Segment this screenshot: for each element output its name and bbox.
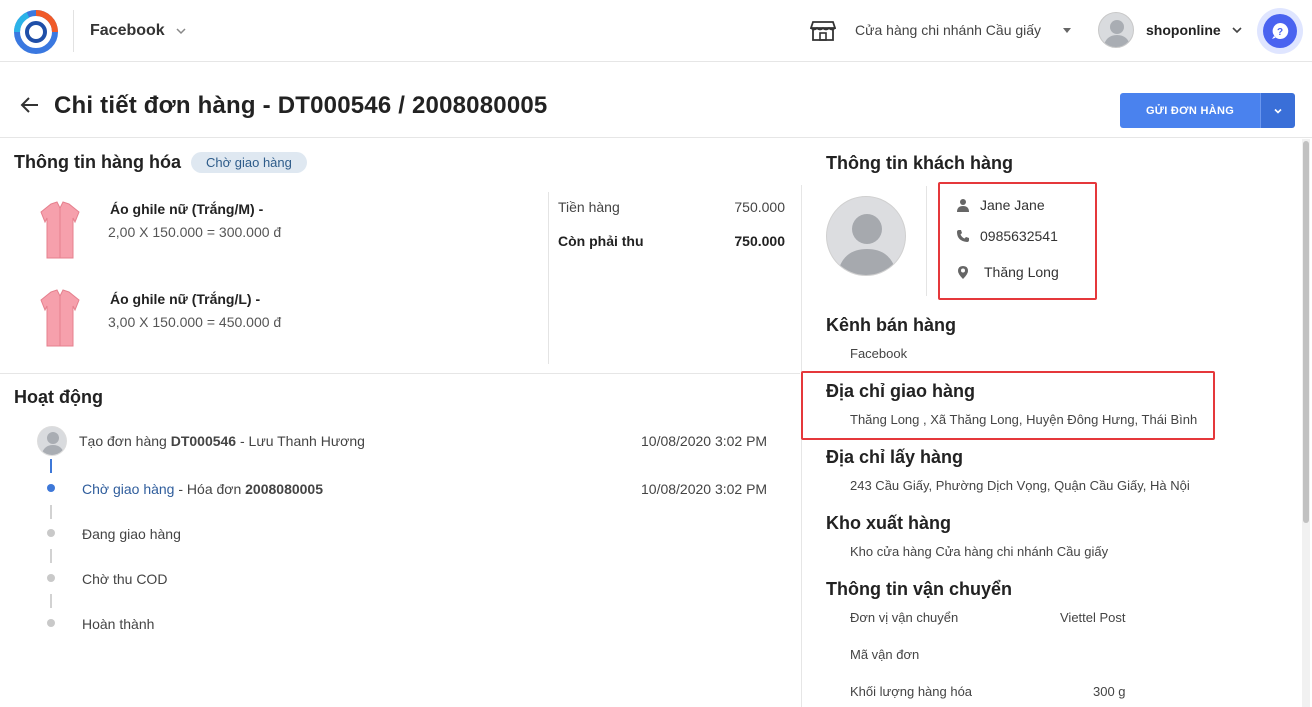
timeline-connector (50, 505, 52, 519)
timeline-dot (47, 484, 55, 492)
shipping-address-title: Địa chỉ giao hàng (826, 381, 976, 401)
activity-time: 10/08/2020 3:02 PM (641, 481, 768, 497)
status-link[interactable]: Chờ giao hàng (82, 481, 174, 497)
location-pin-icon (958, 266, 968, 279)
timeline-dot (47, 574, 55, 582)
timeline-dot (47, 619, 55, 627)
customer-phone-row: 0985632541 (956, 228, 1058, 244)
chevron-down-icon (1274, 108, 1282, 114)
pickup-address-value: 243 Cầu Giấy, Phường Dịch Vọng, Quận Cầu… (850, 478, 1190, 493)
customer-phone: 0985632541 (980, 228, 1058, 244)
top-bar: Facebook Cửa hàng chi nhánh Cầu giấy sho… (0, 0, 1312, 62)
shipping-address-value: Thăng Long , Xã Thăng Long, Huyện Đông H… (850, 412, 1198, 427)
weight-value: 300 g (1093, 684, 1126, 699)
shipping-info-title: Thông tin vận chuyển (826, 579, 1013, 599)
user-silhouette-icon (41, 432, 65, 455)
timeline-dot (47, 529, 55, 537)
sales-channel-title: Kênh bán hàng (826, 315, 956, 335)
channel-label: Facebook (90, 22, 165, 39)
customer-location: Thăng Long (984, 264, 1059, 280)
activity-step-created: Tạo đơn hàng DT000546 - Lưu Thanh Hương (79, 433, 365, 449)
user-silhouette-icon (1103, 20, 1131, 47)
svg-text:?: ? (1277, 27, 1283, 38)
chat-help-icon: ? (1263, 14, 1297, 48)
scrollbar-thumb[interactable] (1303, 141, 1309, 523)
product-name[interactable]: Áo ghile nữ (Trắng/L) - (110, 291, 260, 307)
amount-due-value: 750.000 (734, 233, 785, 249)
activity-title: Hoạt động (14, 387, 103, 407)
activity-step-text: - Hóa đơn (174, 481, 246, 497)
status-badge: Chờ giao hàng (191, 152, 307, 173)
chat-help-button[interactable]: ? (1257, 8, 1303, 54)
user-silhouette-icon (837, 214, 897, 275)
chevron-down-icon (176, 28, 186, 35)
warehouse-value: Kho cửa hàng Cửa hàng chi nhánh Cầu giấy (850, 544, 1109, 559)
customer-divider (926, 186, 927, 296)
activity-step-completed: Hoàn thành (82, 616, 155, 632)
order-code: DT000546 (170, 433, 237, 449)
column-divider (801, 185, 802, 707)
chevron-down-icon (1232, 27, 1242, 34)
send-order-dropdown[interactable] (1260, 93, 1295, 128)
goods-title: Thông tin hàng hóa (14, 152, 181, 172)
caret-down-icon (1063, 27, 1072, 33)
avatar (37, 426, 67, 456)
pickup-address-title: Địa chỉ lấy hàng (826, 447, 964, 467)
store-icon (810, 21, 836, 41)
invoice-code[interactable]: 2008080005 (245, 481, 323, 497)
activity-step-delivering: Đang giao hàng (82, 526, 181, 542)
product-image (40, 289, 80, 347)
page-header: Chi tiết đơn hàng - DT000546 / 200808000… (0, 62, 1312, 138)
product-name[interactable]: Áo ghile nữ (Trắng/M) - (110, 201, 263, 217)
avatar (1098, 12, 1134, 48)
subtotal-value: 750.000 (734, 199, 785, 215)
send-order-button[interactable]: GỬI ĐƠN HÀNG (1120, 93, 1260, 128)
goods-divider (548, 192, 549, 364)
activity-time: 10/08/2020 3:02 PM (641, 433, 768, 449)
product-qty-line: 3,00 X 150.000 = 450.000 đ (108, 314, 282, 330)
subtotal-label: Tiền hàng (558, 199, 620, 215)
carrier-value: Viettel Post (1060, 610, 1126, 625)
carrier-label: Đơn vị vận chuyển (850, 610, 959, 625)
weight-label: Khối lượng hàng hóa (850, 684, 973, 699)
page-title: Chi tiết đơn hàng - DT000546 / 200808000… (54, 92, 548, 119)
customer-title: Thông tin khách hàng (826, 153, 1013, 173)
amount-due-label: Còn phải thu (558, 233, 644, 249)
activity-step-awaiting-cod: Chờ thu COD (82, 571, 168, 587)
timeline-connector (50, 594, 52, 608)
activity-step-awaiting-delivery: Chờ giao hàng - Hóa đơn 2008080005 (82, 481, 323, 497)
tracking-code-label: Mã vận đơn (850, 647, 920, 662)
channel-selector[interactable]: Facebook (90, 20, 187, 42)
activity-step-text: Tạo đơn hàng (79, 433, 171, 449)
customer-name-row: Jane Jane (956, 197, 1045, 213)
app-logo-icon[interactable] (14, 10, 58, 54)
send-order-group: GỬI ĐƠN HÀNG (1120, 93, 1295, 128)
section-divider (0, 373, 800, 374)
product-image (40, 201, 80, 259)
store-selector[interactable]: Cửa hàng chi nhánh Cầu giấy (810, 18, 1072, 42)
phone-icon (957, 230, 969, 242)
user-menu[interactable]: shoponline (1098, 12, 1243, 48)
customer-name[interactable]: Jane Jane (980, 197, 1045, 213)
warehouse-title: Kho xuất hàng (826, 513, 951, 533)
header-divider (73, 10, 74, 52)
timeline-connector (50, 459, 52, 473)
sales-channel-value: Facebook (850, 346, 908, 361)
store-name: Cửa hàng chi nhánh Cầu giấy (855, 22, 1042, 38)
activity-step-user: - Lưu Thanh Hương (236, 433, 365, 449)
person-icon (957, 199, 969, 212)
timeline-connector (50, 549, 52, 563)
product-qty-line: 2,00 X 150.000 = 300.000 đ (108, 224, 282, 240)
back-arrow-icon[interactable] (20, 96, 40, 114)
customer-location-row: Thăng Long (956, 264, 1059, 280)
username: shoponline (1146, 22, 1221, 38)
customer-avatar (826, 196, 906, 276)
